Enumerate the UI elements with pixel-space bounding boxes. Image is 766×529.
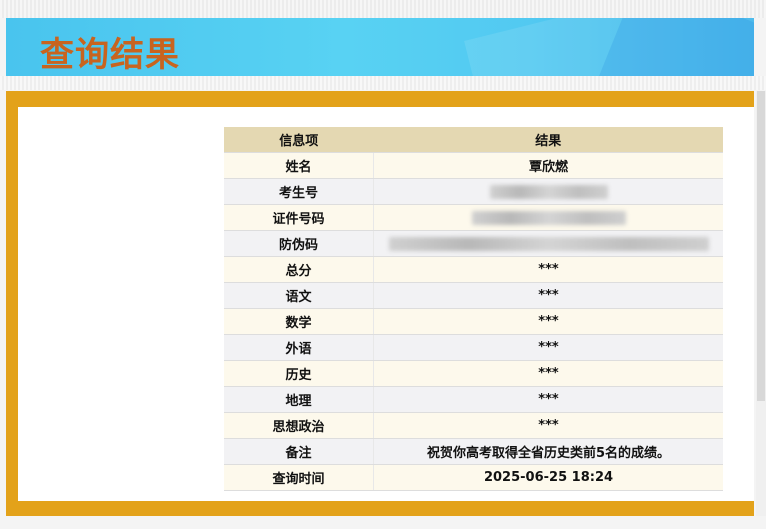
row-label: 考生号 <box>224 178 374 205</box>
row-value: *** <box>373 412 723 439</box>
table-row: 思想政治 *** <box>224 412 723 439</box>
page-title: 查询结果 <box>40 35 180 75</box>
row-label: 外语 <box>224 334 374 361</box>
row-value: *** <box>373 282 723 309</box>
row-label: 姓名 <box>224 152 374 179</box>
redacted-value <box>388 236 709 251</box>
table-row: 语文 *** <box>224 282 723 309</box>
row-value: 覃欣燃 <box>373 152 723 179</box>
row-label: 备注 <box>224 438 374 465</box>
header-item: 信息项 <box>224 127 374 153</box>
table-row: 防伪码 <box>224 230 723 257</box>
banner: 查询结果 <box>6 18 754 76</box>
row-value <box>373 178 723 205</box>
table-row: 备注 祝贺你高考取得全省历史类前5名的成绩。 <box>224 438 723 465</box>
result-panel: 信息项 结果 姓名 覃欣燃 考生号 证件号码 防伪码 总分 *** 语文 ***… <box>18 107 754 501</box>
row-value <box>373 230 723 257</box>
row-label: 总分 <box>224 256 374 283</box>
row-label: 查询时间 <box>224 464 374 491</box>
table-row: 总分 *** <box>224 256 723 283</box>
row-value: *** <box>373 386 723 413</box>
row-label: 地理 <box>224 386 374 413</box>
top-decor-strip <box>0 0 766 18</box>
row-label: 数学 <box>224 308 374 335</box>
redacted-value <box>471 210 626 225</box>
row-value <box>373 204 723 231</box>
vertical-scrollbar[interactable] <box>756 91 766 516</box>
mid-decor-strip <box>0 76 766 90</box>
row-label: 证件号码 <box>224 204 374 231</box>
redacted-value <box>489 184 608 199</box>
row-label: 思想政治 <box>224 412 374 439</box>
table-header-row: 信息项 结果 <box>224 127 723 153</box>
result-frame: 信息项 结果 姓名 覃欣燃 考生号 证件号码 防伪码 总分 *** 语文 ***… <box>6 91 754 516</box>
row-value: *** <box>373 360 723 387</box>
row-value: *** <box>373 308 723 335</box>
table-row: 数学 *** <box>224 308 723 335</box>
header-result: 结果 <box>373 127 723 153</box>
scrollbar-thumb[interactable] <box>757 91 765 401</box>
table-row: 查询时间 2025-06-25 18:24 <box>224 464 723 491</box>
row-value: 祝贺你高考取得全省历史类前5名的成绩。 <box>373 438 723 465</box>
table-row: 外语 *** <box>224 334 723 361</box>
table-row: 考生号 <box>224 178 723 205</box>
row-value: *** <box>373 256 723 283</box>
table-row: 姓名 覃欣燃 <box>224 152 723 179</box>
table-row: 证件号码 <box>224 204 723 231</box>
row-value: *** <box>373 334 723 361</box>
table-row: 地理 *** <box>224 386 723 413</box>
row-value: 2025-06-25 18:24 <box>373 464 723 491</box>
row-label: 历史 <box>224 360 374 387</box>
result-table: 信息项 结果 姓名 覃欣燃 考生号 证件号码 防伪码 总分 *** 语文 ***… <box>224 127 723 491</box>
table-row: 历史 *** <box>224 360 723 387</box>
row-label: 防伪码 <box>224 230 374 257</box>
row-label: 语文 <box>224 282 374 309</box>
